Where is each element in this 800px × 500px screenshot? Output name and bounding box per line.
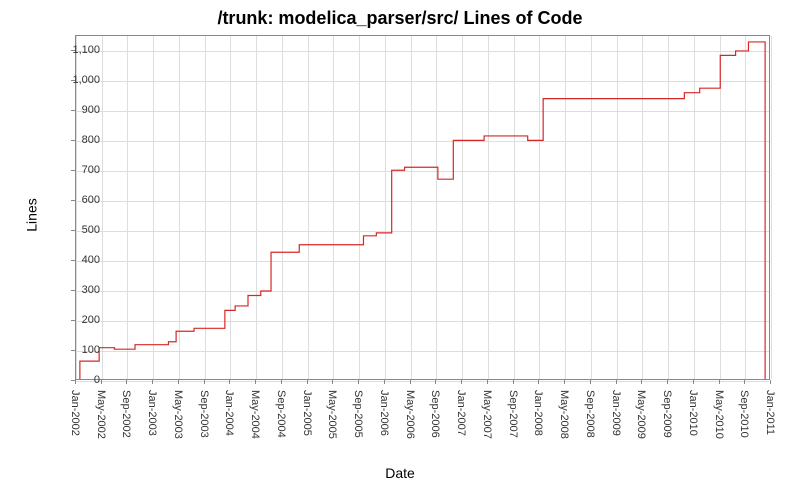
x-tick-label: May-2005 [326,390,338,439]
x-tick-label: Sep-2009 [661,390,673,438]
x-tick-label: May-2010 [713,390,725,439]
x-tick-label: Jan-2009 [610,390,622,436]
data-series-line [76,36,769,379]
x-tick-label: Jan-2007 [455,390,467,436]
x-tick-label: Jan-2005 [301,390,313,436]
x-tick-label: May-2004 [249,390,261,439]
x-tick-label: May-2006 [404,390,416,439]
x-tick-label: Sep-2003 [198,390,210,438]
x-tick-label: May-2007 [481,390,493,439]
chart-title: /trunk: modelica_parser/src/ Lines of Co… [0,8,800,29]
x-tick-label: Sep-2006 [429,390,441,438]
x-tick-label: May-2003 [172,390,184,439]
x-tick-label: Jan-2003 [146,390,158,436]
y-axis-label: Lines [24,198,40,231]
x-tick-label: Sep-2002 [120,390,132,438]
x-tick-label: Sep-2007 [507,390,519,438]
x-tick-label: Jan-2010 [687,390,699,436]
chart-container: /trunk: modelica_parser/src/ Lines of Co… [0,0,800,500]
x-tick-label: Sep-2004 [275,390,287,438]
x-tick-label: Jan-2004 [223,390,235,436]
x-tick-label: Jan-2002 [69,390,81,436]
x-tick-label: Jan-2011 [764,390,776,435]
x-tick-label: Jan-2006 [378,390,390,436]
plot-area [75,35,770,380]
x-axis-label: Date [0,465,800,481]
x-tick-label: May-2009 [635,390,647,439]
x-tick-label: May-2002 [95,390,107,439]
x-tick-label: May-2008 [558,390,570,439]
x-tick-label: Sep-2005 [352,390,364,438]
x-tick-label: Jan-2008 [532,390,544,436]
x-tick-label: Sep-2010 [738,390,750,438]
x-tick-label: Sep-2008 [584,390,596,438]
